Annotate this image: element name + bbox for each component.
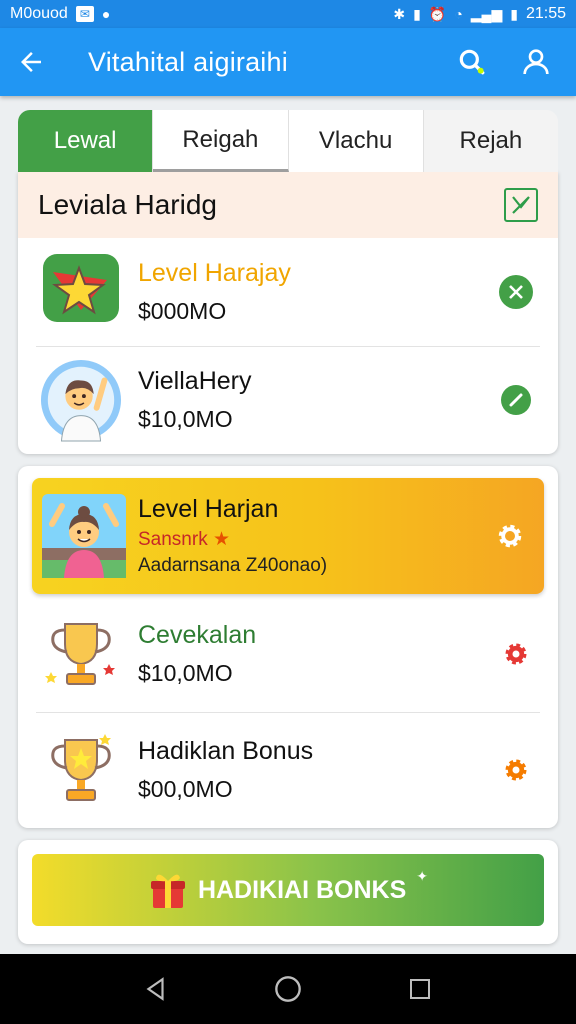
chart-checkbox[interactable] [504,188,538,222]
tab-reigah[interactable]: Reigah [153,110,289,172]
back-arrow-icon [21,52,41,72]
status-bar: M0ouod ✉ ● ✱ ▮ ⏰ ◔ ▂▄▆ ▮ 21:55 [0,0,576,28]
user-icon [523,49,549,75]
gear-icon [505,759,527,781]
sparkle-icon: ✦ [416,868,429,884]
item-settings-button[interactable] [496,750,536,790]
tab-lewal[interactable]: Lewal [18,110,154,172]
main-content: Lewal Reigah Vlachu Rejah Leviala Haridg… [0,96,576,954]
list-item[interactable]: Hadiklan Bonus $00,0MO [18,712,558,828]
mail-icon: ✉ [75,6,94,22]
levels-card: Leviala Haridg Level Harajay $000MO Viel… [18,172,558,454]
bonus-button-label: HADIKIAI BONKS [197,875,407,904]
signal-icon: ▂▄▆ [470,6,503,22]
bonus-button[interactable]: HADIKIAI BONKS ✦ [32,854,544,926]
highlight-name: Level Harjan [138,495,279,523]
trophy-icon [40,729,122,811]
tools-button[interactable] [496,272,536,312]
alarm-icon: ⏰ [428,6,447,22]
profile-button[interactable] [512,38,560,86]
list-item[interactable]: Cevekalan $10,0MO [18,596,558,712]
highlight-subtitle-text: Sansnrk [138,529,208,550]
highlight-settings-button[interactable] [490,516,530,556]
system-nav-bar [0,954,576,1024]
star-app-icon [40,251,122,333]
item-name: Level Harajay [138,259,291,287]
item-settings-button[interactable] [496,634,536,674]
back-button[interactable] [16,38,64,86]
list-item[interactable]: Level Harajay $000MO [18,238,558,346]
star-icon: ★ [212,529,231,550]
tab-rejah[interactable]: Rejah [423,110,558,172]
search-button[interactable] [448,38,496,86]
avatar [40,359,122,442]
gift-icon [150,874,185,908]
item-amount: $10,0MO [138,406,233,432]
rewards-card: Level Harjan Sansnrk ★ Aadarnsana Z40ona… [18,466,558,828]
home-circle-icon [275,976,301,1002]
search-icon [459,49,485,75]
avatar [42,494,126,578]
recents-square-icon [410,979,430,999]
gear-icon [505,643,527,665]
tab-vlachu[interactable]: Vlachu [288,110,424,172]
page-title: Vitahital aigiraihi [88,46,288,77]
item-amount: $00,0MO [138,776,233,802]
clock: 21:55 [525,5,566,22]
edit-icon [509,393,523,407]
section-header: Leviala Haridg [18,172,558,238]
item-name: Cevekalan [138,621,257,649]
nav-recents-button[interactable] [396,965,444,1013]
list-item[interactable]: ViellaHery $10,0MO [18,346,558,454]
wifi-icon: ◔ [454,6,463,22]
item-name: ViellaHery [138,367,252,395]
trophy-icon [40,613,122,695]
battery-icon: ▮ [510,6,518,22]
highlight-detail: Aadarnsana Z40onao) [138,555,328,576]
edit-button[interactable] [496,380,536,420]
gear-icon [498,524,522,548]
item-amount: $000MO [138,298,227,324]
tab-bar: Lewal Reigah Vlachu Rejah [18,110,558,172]
tools-icon [509,285,523,299]
highlighted-item[interactable]: Level Harjan Sansnrk ★ Aadarnsana Z40ona… [32,478,544,594]
section-title: Leviala Haridg [38,189,217,220]
back-triangle-icon [146,977,164,1001]
nav-home-button[interactable] [264,965,312,1013]
item-name: Hadiklan Bonus [138,737,314,765]
nav-back-button[interactable] [132,965,180,1013]
bonus-card: HADIKIAI BONKS ✦ [18,840,558,944]
app-bar: Vitahital aigiraihi [0,28,576,96]
carrier-label: M0ouod [10,5,68,22]
trend-icon [512,196,530,214]
vibrate-icon: ▮ [413,6,421,22]
notification-icon: ● [101,6,111,22]
bluetooth-icon: ✱ [393,6,406,22]
item-amount: $10,0MO [138,660,233,686]
highlight-subtitle: Sansnrk ★ [138,528,490,551]
